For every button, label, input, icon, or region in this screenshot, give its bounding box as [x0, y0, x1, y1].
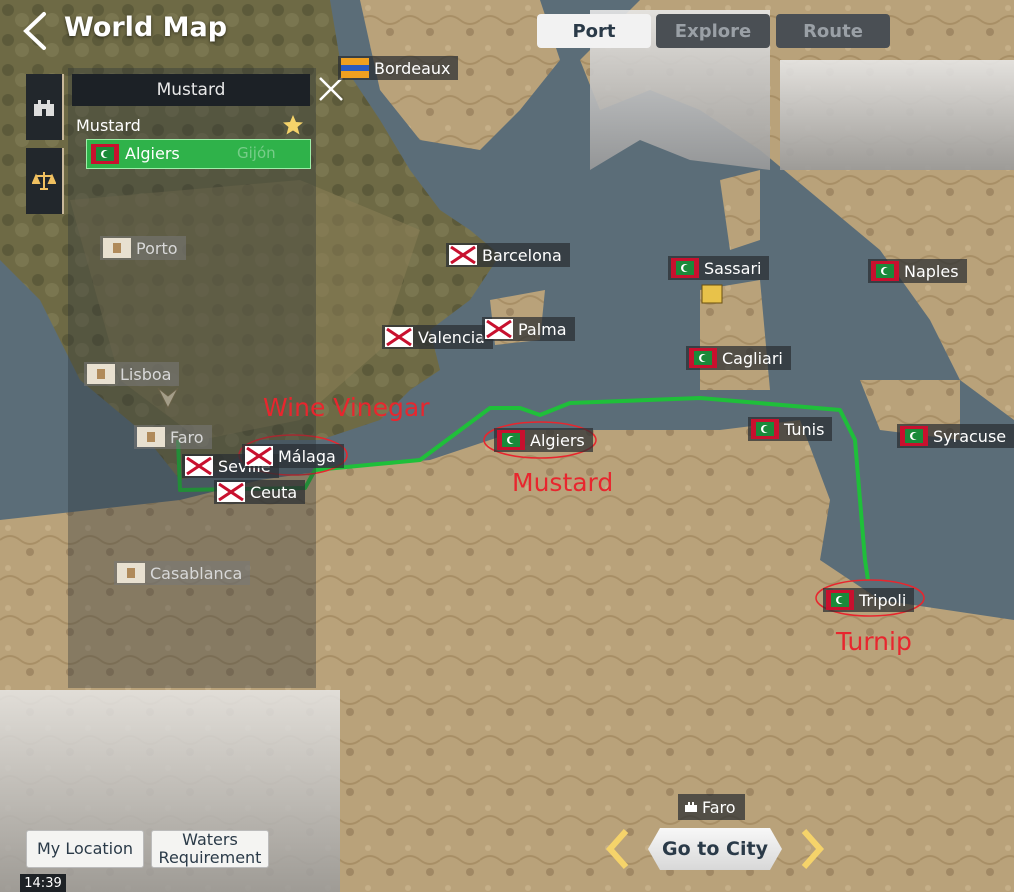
spain-flag-icon	[485, 319, 513, 339]
spain-flag-icon	[185, 456, 213, 476]
city-malaga[interactable]: Málaga	[242, 444, 344, 468]
waters-requirement-button[interactable]: Waters Requirement	[151, 830, 269, 868]
trade-filter-button[interactable]	[26, 148, 64, 214]
search-input[interactable]: Mustard	[72, 74, 310, 106]
favorite-star-icon[interactable]	[282, 114, 304, 136]
city-barcelona[interactable]: Barcelona	[446, 243, 570, 267]
ottoman-flag-icon	[91, 144, 119, 164]
next-city-chevron-icon[interactable]	[800, 829, 826, 869]
page-title: World Map	[64, 12, 228, 43]
portugal-flag-icon	[87, 364, 115, 384]
city-palma[interactable]: Palma	[482, 317, 575, 341]
castle-icon	[34, 100, 54, 116]
ottoman-flag-icon	[826, 590, 854, 610]
city-algiers[interactable]: Algiers	[494, 428, 593, 452]
portugal-flag-icon	[117, 563, 145, 583]
city-cagliari[interactable]: Cagliari	[686, 346, 791, 370]
castle-icon	[685, 802, 697, 812]
result-heading: Mustard	[76, 116, 141, 135]
back-arrow-icon[interactable]	[18, 10, 52, 52]
city-filter-button[interactable]	[26, 74, 64, 140]
city-lisboa[interactable]: Lisboa	[84, 362, 180, 386]
city-syracuse[interactable]: Syracuse	[897, 424, 1014, 448]
city-porto[interactable]: Porto	[100, 236, 186, 260]
scales-icon	[32, 172, 56, 190]
market-icon	[701, 284, 723, 304]
annotation-wine-vinegar: Wine Vinegar	[263, 393, 430, 422]
city-ceuta[interactable]: Ceuta	[214, 480, 306, 504]
ottoman-flag-icon	[671, 258, 699, 278]
spain-flag-icon	[217, 482, 245, 502]
city-tunis[interactable]: Tunis	[748, 417, 833, 441]
city-bordeaux[interactable]: Bordeaux	[338, 56, 459, 80]
tab-route[interactable]: Route	[776, 14, 890, 48]
ottoman-flag-icon	[497, 430, 525, 450]
clock-display: 14:39	[20, 874, 66, 892]
ottoman-flag-icon	[689, 348, 717, 368]
my-location-button[interactable]: My Location	[26, 830, 144, 868]
city-faro[interactable]: Faro	[134, 425, 212, 449]
city-casablanca[interactable]: Casablanca	[114, 561, 251, 585]
search-result-label: Algiers	[125, 144, 180, 163]
spain-flag-icon	[385, 327, 413, 347]
current-city-label: Faro	[678, 794, 745, 820]
go-to-city-button[interactable]: Go to City	[648, 828, 782, 870]
france-flag-icon	[341, 58, 369, 78]
ghost-result-label: Gijón	[237, 144, 276, 162]
tab-port[interactable]: Port	[537, 14, 651, 48]
tab-explore[interactable]: Explore	[656, 14, 770, 48]
portugal-flag-icon	[137, 427, 165, 447]
ottoman-flag-icon	[900, 426, 928, 446]
city-valencia[interactable]: Valencia	[382, 325, 493, 349]
ottoman-flag-icon	[871, 261, 899, 281]
city-tripoli[interactable]: Tripoli	[823, 588, 915, 612]
annotation-mustard: Mustard	[512, 468, 614, 497]
spain-flag-icon	[449, 245, 477, 265]
ottoman-flag-icon	[751, 419, 779, 439]
annotation-turnip: Turnip	[836, 627, 912, 656]
previous-city-chevron-icon[interactable]	[604, 829, 630, 869]
search-result-algiers[interactable]: Algiers Gijón	[86, 139, 311, 169]
portugal-flag-icon	[103, 238, 131, 258]
city-naples[interactable]: Naples	[868, 259, 967, 283]
city-sassari[interactable]: Sassari	[668, 256, 770, 280]
spain-flag-icon	[245, 446, 273, 466]
